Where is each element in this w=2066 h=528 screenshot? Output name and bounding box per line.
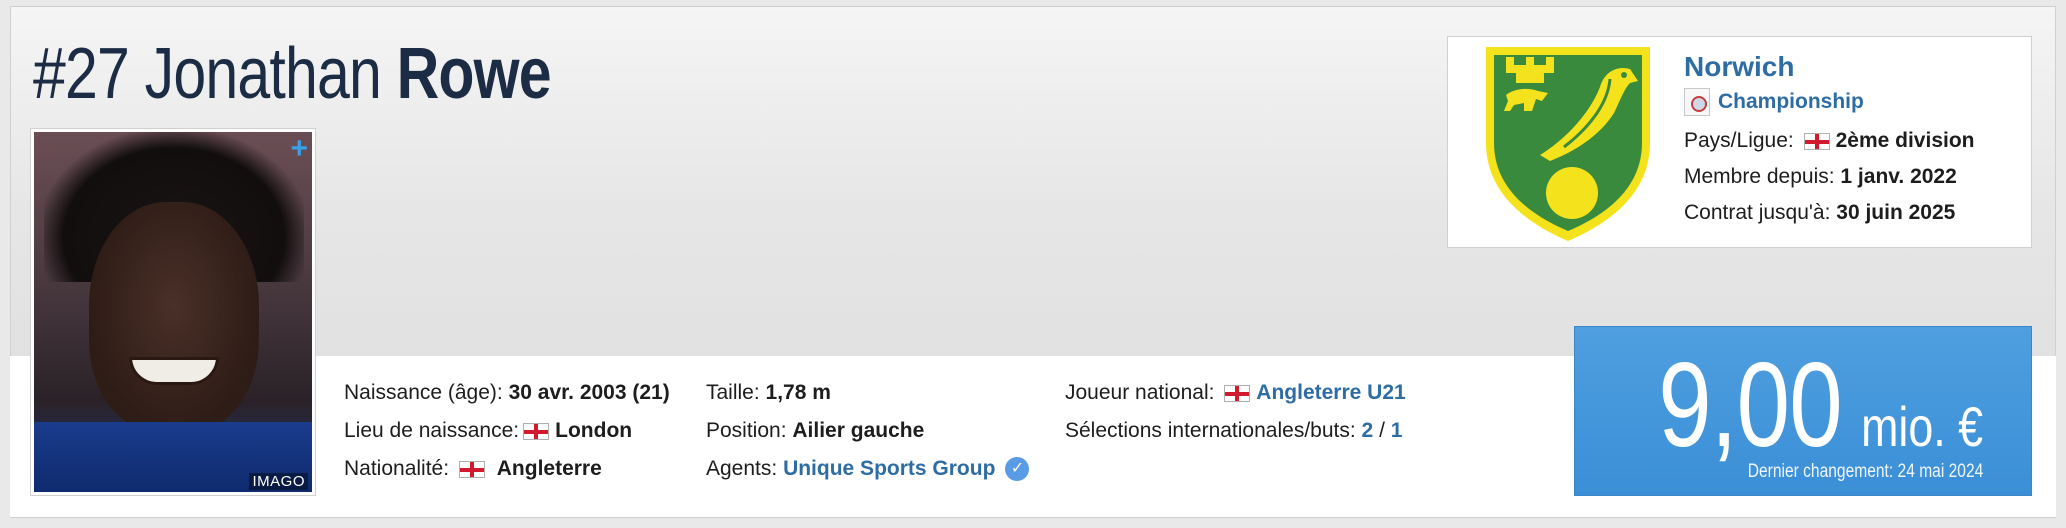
caps-label: Sélections internationales/buts:	[1065, 419, 1356, 442]
birth-row: Naissance (âge): 30 avr. 2003 (21)	[344, 374, 670, 412]
contract-label: Contrat jusqu'à:	[1684, 201, 1831, 224]
market-value-amount: 9,00	[1658, 338, 1842, 472]
photo-credit: IMAGO	[249, 473, 308, 490]
joined-row: Membre depuis: 1 janv. 2022	[1684, 159, 1974, 195]
info-column-birth: Naissance (âge): 30 avr. 2003 (21) Lieu …	[344, 374, 670, 488]
first-name: Jonathan	[144, 34, 382, 114]
caps-row: Sélections internationales/buts: 2 / 1	[1065, 412, 1406, 450]
birthplace-label: Lieu de naissance:	[344, 419, 520, 442]
agent-link[interactable]: Unique Sports Group	[783, 450, 995, 488]
caps-link[interactable]: 2	[1362, 412, 1374, 450]
goals-link[interactable]: 1	[1391, 412, 1403, 450]
birth-value: 30 avr. 2003 (21)	[508, 381, 670, 404]
photo-gallery-plus-icon[interactable]: +	[290, 134, 308, 164]
league-link[interactable]: Championship	[1718, 87, 1864, 117]
country-value: 2ème division	[1835, 129, 1975, 152]
england-flag-icon	[1224, 384, 1251, 402]
club-box: Norwich Championship Pays/Ligue: 2ème di…	[1447, 36, 2032, 248]
height-row: Taille: 1,78 m	[706, 374, 1029, 412]
agent-row: Agents: Unique Sports Group ✓	[706, 450, 1030, 488]
club-info: Norwich Championship Pays/Ligue: 2ème di…	[1684, 47, 1974, 231]
last-name: Rowe	[396, 34, 552, 114]
contract-value: 30 juin 2025	[1836, 201, 1956, 224]
national-label: Joueur national:	[1065, 381, 1215, 404]
player-photo[interactable]: + IMAGO	[30, 128, 316, 496]
info-column-national: Joueur national: Angleterre U21 Sélectio…	[1065, 374, 1406, 450]
nationality-value: Angleterre	[496, 457, 602, 480]
verified-icon: ✓	[1005, 457, 1030, 481]
position-row: Position: Ailier gauche	[706, 412, 1029, 450]
market-value-last-change: Dernier changement: 24 mai 2024	[1747, 461, 1983, 482]
birth-label: Naissance (âge):	[344, 381, 503, 404]
position-value: Ailier gauche	[792, 419, 925, 442]
nationality-label: Nationalité:	[344, 457, 450, 480]
position-label: Position:	[706, 419, 787, 442]
championship-league-icon	[1684, 88, 1710, 116]
agent-label: Agents:	[706, 457, 778, 480]
birthplace-value: London	[555, 419, 633, 442]
country-label: Pays/Ligue:	[1684, 129, 1794, 152]
england-flag-icon	[1803, 132, 1830, 150]
national-row: Joueur national: Angleterre U21	[1065, 374, 1406, 412]
contract-row: Contrat jusqu'à: 30 juin 2025	[1684, 195, 1974, 231]
national-team-link[interactable]: Angleterre U21	[1256, 374, 1405, 412]
player-photo-image: + IMAGO	[34, 132, 312, 492]
player-title: #27 Jonathan Rowe	[33, 30, 552, 118]
joined-label: Membre depuis:	[1684, 165, 1835, 188]
england-flag-icon	[458, 460, 485, 478]
shirt-number: #27	[33, 34, 130, 114]
height-label: Taille:	[706, 381, 760, 404]
info-column-physical: Taille: 1,78 m Position: Ailier gauche A…	[706, 374, 1030, 488]
market-value-box[interactable]: 9,00 mio. € Dernier changement: 24 mai 2…	[1574, 326, 2032, 496]
league-row: Championship	[1684, 87, 1974, 117]
country-row: Pays/Ligue: 2ème division	[1684, 123, 1974, 159]
joined-value: 1 janv. 2022	[1840, 165, 1957, 188]
market-value-unit: mio. €	[1861, 395, 1983, 458]
england-flag-icon	[523, 422, 550, 440]
height-value: 1,78 m	[765, 381, 831, 404]
club-name-link[interactable]: Norwich	[1684, 51, 1794, 82]
market-value: 9,00 mio. €	[1658, 345, 1983, 465]
caps-separator: /	[1379, 419, 1385, 442]
birthplace-row: Lieu de naissance: London	[344, 412, 670, 450]
nationality-row: Nationalité: Angleterre	[344, 450, 670, 488]
norwich-crest-icon[interactable]	[1480, 43, 1656, 243]
